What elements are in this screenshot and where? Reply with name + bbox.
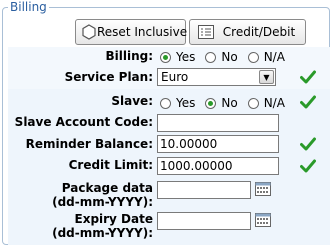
package-data-format-label: (dd-mm-YYYY): bbox=[52, 195, 153, 209]
check-icon bbox=[300, 70, 316, 84]
billing-radio-group: Yes No N/A bbox=[160, 50, 295, 64]
slave-label: Slave: bbox=[111, 94, 153, 108]
check-icon bbox=[300, 137, 316, 151]
calendar-icon[interactable] bbox=[255, 182, 271, 196]
credit-debit-label: Credit/Debit bbox=[222, 25, 296, 39]
billing-label: Billing: bbox=[105, 49, 153, 63]
expiry-date-format-label: (dd-mm-YYYY): bbox=[52, 226, 153, 240]
credit-debit-button[interactable]: Credit/Debit bbox=[189, 19, 306, 45]
reminder-balance-input[interactable]: 10.00000 bbox=[157, 135, 279, 153]
check-icon bbox=[300, 159, 316, 173]
slave-na-radio[interactable] bbox=[247, 97, 259, 109]
ledger-icon bbox=[195, 22, 217, 42]
billing-na-label: N/A bbox=[263, 50, 285, 64]
service-plan-value: Euro bbox=[161, 70, 189, 84]
slave-account-code-input[interactable] bbox=[157, 114, 279, 132]
slave-yes-radio[interactable] bbox=[160, 97, 171, 109]
billing-no-radio[interactable] bbox=[205, 51, 217, 63]
reset-inclusive-label: Reset Inclusive bbox=[97, 25, 188, 39]
slave-yes-label: Yes bbox=[176, 96, 196, 110]
check-icon bbox=[300, 95, 316, 109]
slave-no-label: No bbox=[221, 96, 238, 110]
hexagon-icon bbox=[81, 22, 97, 42]
reminder-balance-label: Reminder Balance: bbox=[25, 137, 153, 151]
reset-inclusive-button[interactable]: Reset Inclusive bbox=[75, 19, 187, 45]
credit-limit-input[interactable]: 1000.00000 bbox=[157, 157, 279, 175]
chevron-down-icon[interactable]: ▼ bbox=[259, 70, 274, 84]
slave-na-label: N/A bbox=[263, 96, 285, 110]
calendar-icon[interactable] bbox=[255, 213, 271, 227]
package-data-input[interactable] bbox=[157, 181, 251, 199]
service-plan-label: Service Plan: bbox=[64, 70, 153, 84]
billing-yes-label: Yes bbox=[176, 50, 196, 64]
billing-yes-radio[interactable] bbox=[160, 51, 171, 63]
slave-no-radio[interactable] bbox=[205, 97, 217, 109]
credit-limit-label: Credit Limit: bbox=[68, 158, 153, 172]
billing-na-radio[interactable] bbox=[247, 51, 259, 63]
slave-account-code-label: Slave Account Code: bbox=[14, 115, 153, 129]
expiry-date-input[interactable] bbox=[157, 212, 251, 230]
expiry-date-label: Expiry Date bbox=[74, 212, 154, 226]
slave-radio-group: Yes No N/A bbox=[160, 96, 295, 110]
package-data-label: Package data bbox=[61, 181, 153, 195]
billing-no-label: No bbox=[221, 50, 238, 64]
service-plan-select[interactable]: Euro ▼ bbox=[157, 68, 276, 86]
billing-legend: Billing bbox=[8, 0, 49, 14]
